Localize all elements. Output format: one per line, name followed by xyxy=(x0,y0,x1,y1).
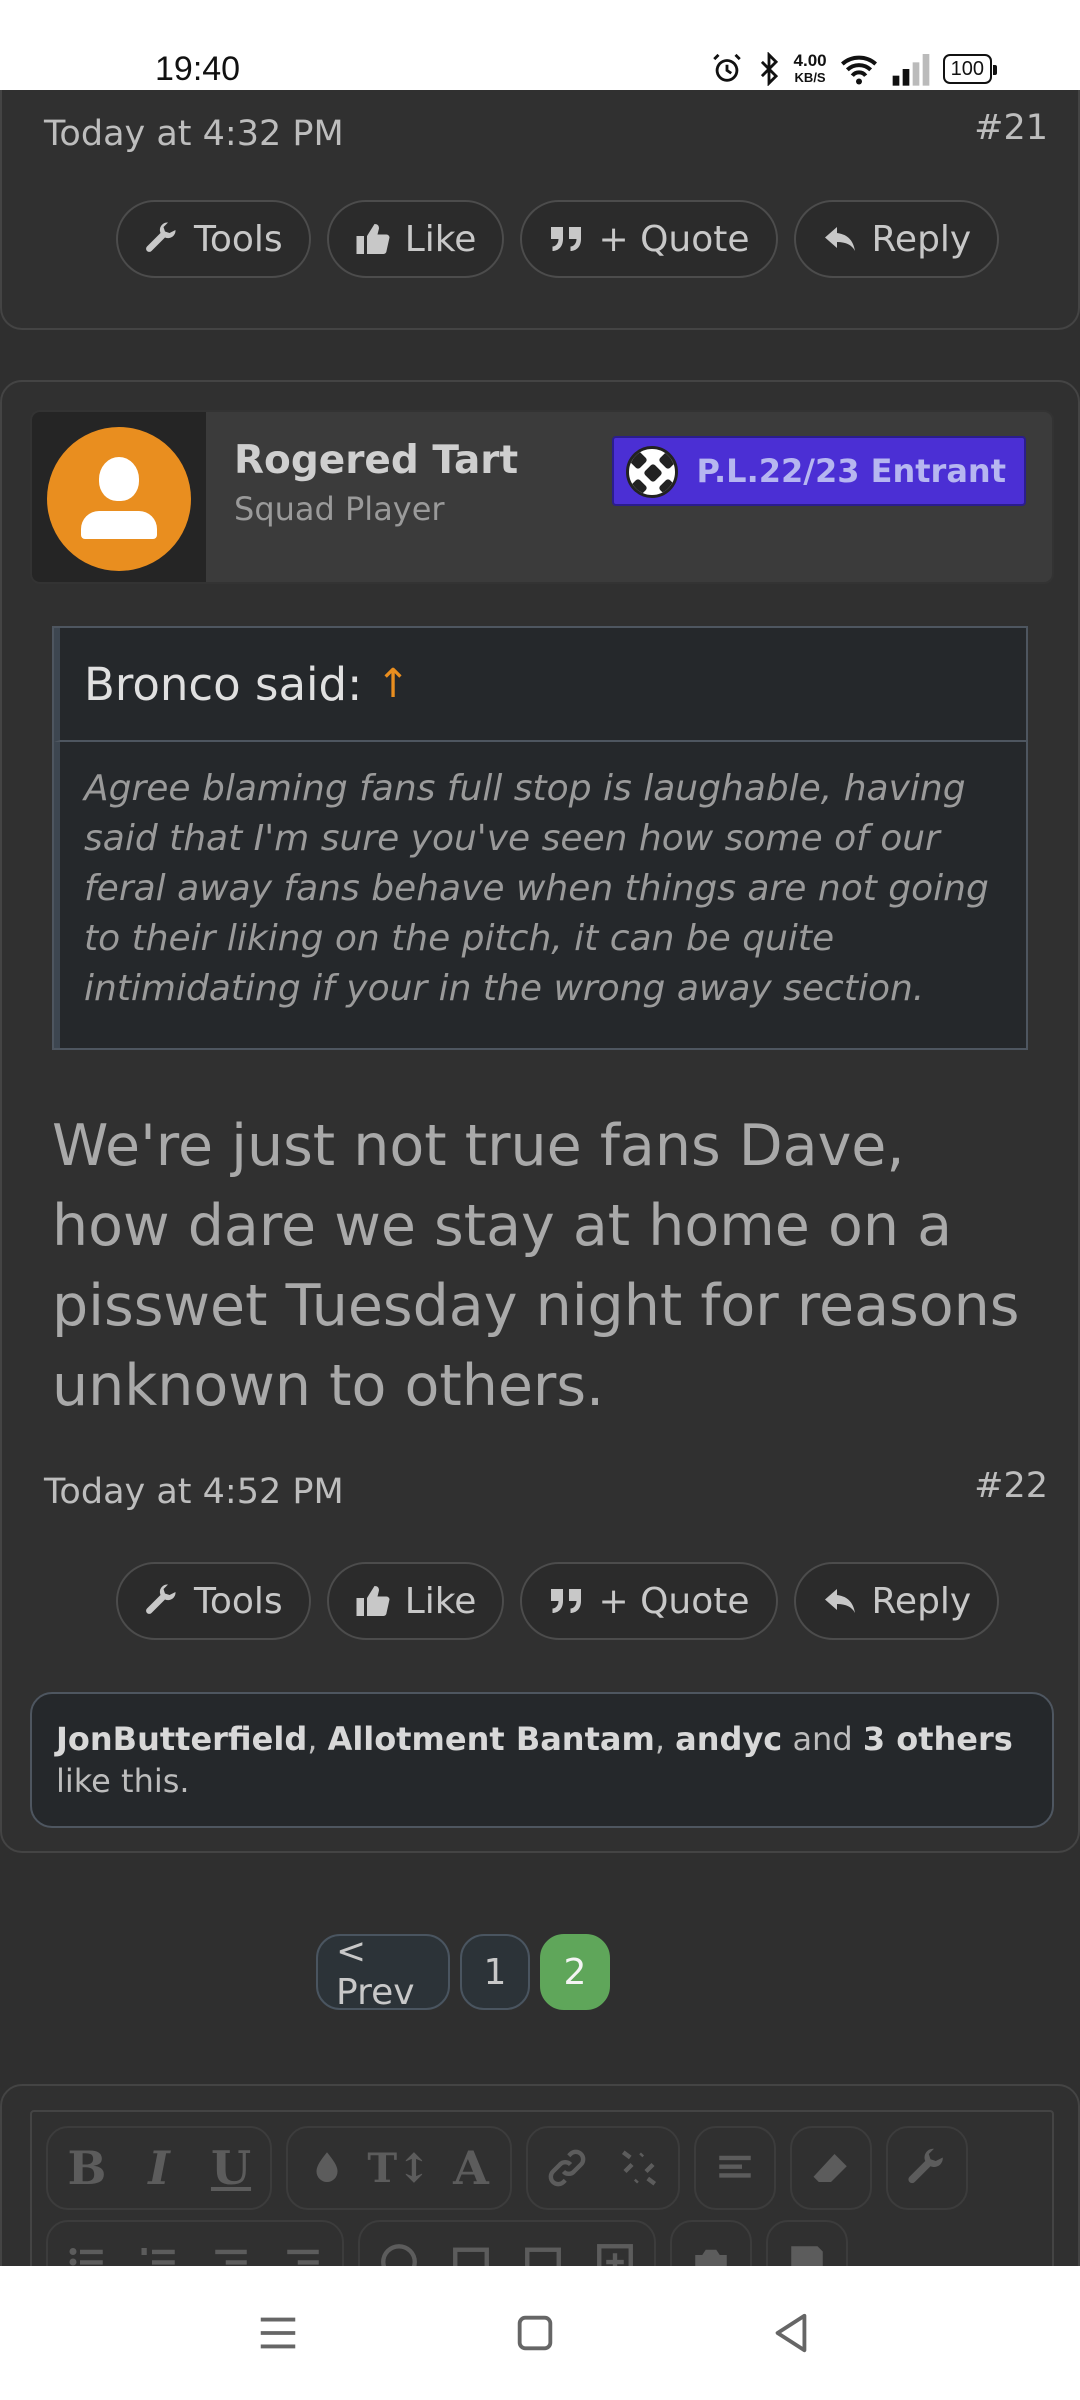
page-2-button[interactable]: 2 xyxy=(540,1934,610,2010)
like-button[interactable]: Like xyxy=(326,1562,505,1640)
back-icon[interactable] xyxy=(768,2310,814,2356)
post-actions: Tools Like + Quote Reply xyxy=(116,200,1000,278)
signal-icon xyxy=(892,54,929,86)
football-icon xyxy=(626,446,678,498)
reply-button[interactable]: Reply xyxy=(793,200,1000,278)
unlink-button[interactable] xyxy=(614,2143,664,2193)
tools-button[interactable]: Tools xyxy=(116,200,311,278)
post-date: Today at 4:32 PM xyxy=(44,114,344,154)
quote-text: Agree blaming fans full stop is laughabl… xyxy=(54,742,1026,1048)
likes-separator: , xyxy=(654,1720,676,1758)
status-time: 19:40 xyxy=(155,50,241,88)
quote-icon xyxy=(551,1589,582,1613)
quote-author: Bronco said: xyxy=(84,657,363,711)
wrench-icon xyxy=(146,1584,176,1614)
likes-summary: JonButterfield, Allotment Bantam, andyc … xyxy=(30,1692,1054,1828)
reply-icon xyxy=(824,1589,855,1613)
font-family-button[interactable]: A xyxy=(446,2141,496,2195)
link-icon xyxy=(548,2149,586,2187)
thumbs-up-icon xyxy=(356,1586,390,1616)
like-button[interactable]: Like xyxy=(326,200,505,278)
avatar-body xyxy=(81,511,157,539)
post-21-card: Today at 4:32 PM #21 Tools Like + Quote … xyxy=(0,90,1080,330)
clear-group xyxy=(790,2126,872,2210)
font-size-button[interactable]: T↕ xyxy=(367,2143,430,2193)
eraser-icon xyxy=(813,2154,847,2182)
liker-link[interactable]: JonButterfield xyxy=(56,1720,307,1758)
liker-link[interactable]: andyc xyxy=(675,1720,782,1758)
quote-icon xyxy=(551,227,582,251)
reply-button[interactable]: Reply xyxy=(793,1562,1000,1640)
tools-group xyxy=(886,2126,968,2210)
align-group xyxy=(694,2126,776,2210)
network-speed-unit: KB/S xyxy=(794,70,826,85)
quote-label: + Quote xyxy=(598,1580,750,1622)
liker-link[interactable]: Allotment Bantam xyxy=(328,1720,655,1758)
like-label: Like xyxy=(404,218,477,260)
likes-separator: , xyxy=(307,1720,328,1758)
user-banner: P.L.22/23 Entrant xyxy=(612,436,1026,506)
menu-icon[interactable] xyxy=(255,2310,301,2356)
like-label: Like xyxy=(404,1580,477,1622)
post-number[interactable]: #21 xyxy=(974,108,1048,148)
prev-page-button[interactable]: < Prev xyxy=(316,1931,450,2013)
tools-label: Tools xyxy=(194,1580,283,1622)
wrench-icon xyxy=(908,2148,943,2184)
page-1-button[interactable]: 1 xyxy=(460,1934,530,2010)
text-color-button[interactable] xyxy=(302,2143,352,2193)
avatar[interactable] xyxy=(47,427,191,571)
link-group xyxy=(526,2126,680,2210)
status-icons: 4.00 KB/S 100 xyxy=(710,52,998,86)
user-title: Squad Player xyxy=(234,490,445,528)
reply-label: Reply xyxy=(871,1580,972,1622)
likes-others-link[interactable]: 3 others xyxy=(863,1720,1013,1758)
quote-button[interactable]: + Quote xyxy=(520,1562,778,1640)
post-body: We're just not true fans Dave, how dare … xyxy=(52,1113,1020,1419)
align-left-icon xyxy=(719,2155,751,2178)
post-22-card: Rogered Tart Squad Player P.L.22/23 Entr… xyxy=(0,380,1080,1853)
align-button[interactable] xyxy=(710,2143,760,2193)
thumbs-up-icon xyxy=(356,224,390,254)
post-date: Today at 4:52 PM xyxy=(44,1472,344,1512)
tools-label: Tools xyxy=(194,218,283,260)
quote-block: Bronco said: ↑ Agree blaming fans full s… xyxy=(52,626,1028,1050)
editor-tools-button[interactable] xyxy=(902,2143,952,2193)
system-nav-bar xyxy=(0,2266,1080,2400)
network-speed-value: 4.00 xyxy=(793,51,827,70)
avatar-container[interactable] xyxy=(32,412,206,582)
likes-suffix: like this. xyxy=(56,1762,190,1800)
bluetooth-icon xyxy=(760,52,778,86)
post-number[interactable]: #22 xyxy=(974,1466,1048,1506)
avatar-head xyxy=(99,457,139,501)
home-icon[interactable] xyxy=(512,2310,558,2356)
user-header: Rogered Tart Squad Player P.L.22/23 Entr… xyxy=(30,410,1054,584)
quote-button[interactable]: + Quote xyxy=(520,200,778,278)
toolbar-row-1: B I U T↕ A xyxy=(46,2126,968,2210)
wrench-icon xyxy=(146,222,176,252)
alarm-icon xyxy=(712,53,741,82)
droplet-icon xyxy=(316,2152,338,2182)
reply-label: Reply xyxy=(871,218,972,260)
tools-button[interactable]: Tools xyxy=(116,1562,311,1640)
battery-icon: 100 xyxy=(942,54,998,84)
format-group: B I U xyxy=(46,2126,272,2210)
banner-label: P.L.22/23 Entrant xyxy=(696,452,1006,490)
quote-label: + Quote xyxy=(598,218,750,260)
pagination: < Prev 1 2 xyxy=(316,1931,610,2013)
likes-and: and xyxy=(782,1720,863,1758)
quote-source-link[interactable]: ↑ xyxy=(376,661,410,707)
username[interactable]: Rogered Tart xyxy=(234,438,518,483)
network-speed: 4.00 KB/S xyxy=(794,52,827,86)
underline-button[interactable]: U xyxy=(206,2141,256,2195)
post-actions: Tools Like + Quote Reply xyxy=(116,1562,1000,1640)
unlink-icon xyxy=(621,2150,657,2186)
reply-icon xyxy=(824,227,855,251)
wifi-icon xyxy=(840,55,877,85)
italic-button[interactable]: I xyxy=(134,2141,184,2195)
font-group: T↕ A xyxy=(286,2126,512,2210)
link-button[interactable] xyxy=(542,2143,592,2193)
quote-header: Bronco said: ↑ xyxy=(54,628,1026,742)
bold-button[interactable]: B xyxy=(62,2141,112,2195)
clear-format-button[interactable] xyxy=(806,2143,856,2193)
